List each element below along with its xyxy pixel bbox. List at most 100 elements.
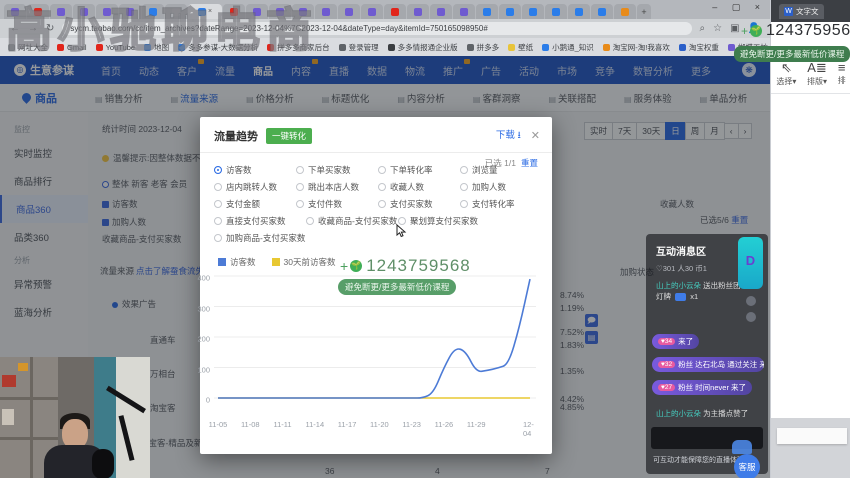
- bookmark-star-icon[interactable]: ☆: [713, 23, 722, 34]
- metric-radio-支付件数[interactable]: 支付件数: [296, 198, 378, 210]
- selected-info: 已选 1/1重置: [485, 157, 538, 169]
- contact-id-overlay-top: + 🌱 1243759568: [741, 22, 850, 40]
- customer-service-button[interactable]: 客服: [734, 454, 760, 478]
- radio-icon: [460, 183, 468, 191]
- bookmark-item[interactable]: 淘宝权重: [679, 42, 719, 53]
- metric-radio-支付金额[interactable]: 支付金额: [214, 198, 296, 210]
- interaction-message-panel: 互动消息区 ♡301 人30 币1 山上的小云朵 送出粉丝团灯牌 x1 D ♥3…: [646, 234, 768, 474]
- contact-id-overlay: + 🌱 1243759568: [340, 256, 471, 276]
- metric-radio-跳出本店人数[interactable]: 跳出本店人数: [296, 181, 378, 193]
- panel-icon[interactable]: [746, 296, 756, 306]
- browser-tab[interactable]: [453, 4, 475, 19]
- bookmark-favicon: [603, 44, 610, 51]
- radio-icon: [296, 183, 304, 191]
- entry-pill: ♥32粉丝 达石北岛 通过关注 来了: [652, 357, 764, 372]
- word-window: W 文字文 ⇖选择▾ A≣排版▾ ≡排: [770, 0, 850, 478]
- radio-icon: [378, 166, 386, 174]
- bookmark-favicon: [679, 44, 686, 51]
- chat-bubble-icon[interactable]: [732, 440, 752, 454]
- panel-icon[interactable]: [746, 312, 756, 322]
- metric-radio-支付转化率[interactable]: 支付转化率: [460, 198, 542, 210]
- close-icon[interactable]: ✕: [531, 129, 540, 142]
- browser-tab[interactable]: [407, 4, 429, 19]
- stream-watermark: 高小驰聊电商: [6, 0, 318, 60]
- browser-tab[interactable]: [568, 4, 590, 19]
- tab-favicon: [575, 8, 583, 16]
- browser-tab[interactable]: [522, 4, 544, 19]
- browser-tab[interactable]: [430, 4, 452, 19]
- metric-radio-聚划算支付买家数[interactable]: 聚划算支付买家数: [398, 215, 490, 227]
- browser-tab[interactable]: [614, 4, 636, 19]
- extensions-icon[interactable]: ▣: [730, 23, 739, 34]
- tab-favicon: [460, 8, 468, 16]
- legend-swatch-icon: [218, 258, 226, 266]
- word-tool-选择▾[interactable]: ⇖选择▾: [776, 60, 796, 87]
- word-tab[interactable]: W 文字文: [779, 4, 824, 19]
- metric-radio-支付买家数[interactable]: 支付买家数: [378, 198, 460, 210]
- word-icon: W: [784, 7, 793, 16]
- radio-icon: [296, 200, 304, 208]
- metric-radio-下单转化率[interactable]: 下单转化率: [378, 164, 460, 176]
- metric-radio-收藏人数[interactable]: 收藏人数: [378, 181, 460, 193]
- radio-icon: [214, 166, 222, 174]
- level-badge: ♥32: [658, 361, 675, 368]
- tab-favicon: [621, 8, 629, 16]
- y-axis-label: 400: [197, 274, 210, 283]
- level-badge: ♥27: [658, 384, 675, 391]
- modal-reset-link[interactable]: 重置: [521, 158, 538, 168]
- browser-tab[interactable]: [361, 4, 383, 19]
- metric-radio-直接支付买家数[interactable]: 直接支付买家数: [214, 215, 306, 227]
- metric-radio-加购商品-支付买家数[interactable]: 加购商品-支付买家数: [214, 232, 306, 244]
- new-tab-button[interactable]: +: [637, 4, 651, 19]
- metric-radio-下单买家数[interactable]: 下单买家数: [296, 164, 378, 176]
- browser-tab[interactable]: [315, 4, 337, 19]
- browser-tab[interactable]: [499, 4, 521, 19]
- browser-tab[interactable]: [338, 4, 360, 19]
- tab-favicon: [322, 8, 330, 16]
- entry-pill: ♥34来了: [652, 334, 699, 349]
- one-key-convert-badge[interactable]: 一键转化: [266, 128, 312, 144]
- webcam-overlay: [0, 357, 150, 478]
- microphone: [92, 449, 114, 478]
- metric-radio-收藏商品-支付买家数[interactable]: 收藏商品-支付买家数: [306, 215, 398, 227]
- bookmark-favicon: [508, 44, 515, 51]
- window-controls[interactable]: – ▢ ×: [712, 2, 766, 13]
- search-icon[interactable]: ⌕: [700, 23, 706, 34]
- metric-radio-加购人数[interactable]: 加购人数: [460, 181, 542, 193]
- screen: ×+ – ▢ × ← → ↻ sycm.taobao.com/cc/item_a…: [0, 0, 850, 478]
- radio-icon: [214, 217, 222, 225]
- browser-tab[interactable]: [384, 4, 406, 19]
- word-tool-排[interactable]: ≡排: [838, 60, 846, 87]
- x-axis-label: 11-05: [209, 420, 228, 429]
- legend-item: 30天前访客数: [272, 256, 336, 268]
- tab-favicon: [529, 8, 537, 16]
- tab-favicon: [414, 8, 422, 16]
- entry-pill: ♥27粉丝 时间never 来了: [652, 380, 752, 395]
- tool-icon: ≡: [838, 60, 846, 75]
- x-axis-label: 11-29: [467, 420, 486, 429]
- browser-tab[interactable]: [476, 4, 498, 19]
- bookmark-favicon: [339, 44, 346, 51]
- radio-icon: [214, 183, 222, 191]
- x-axis-label: 11-11: [274, 420, 292, 429]
- stream-banner[interactable]: D: [738, 237, 763, 289]
- bookmark-item[interactable]: 壁纸: [508, 42, 533, 53]
- y-axis-label: 200: [197, 335, 210, 344]
- metric-radio-访客数[interactable]: 访客数: [214, 164, 296, 176]
- level-badge: ♥34: [658, 338, 675, 345]
- browser-tab[interactable]: [591, 4, 613, 19]
- radio-icon: [378, 183, 386, 191]
- radio-icon: [306, 217, 314, 225]
- x-axis-label: 11-14: [305, 420, 324, 429]
- bookmark-item[interactable]: 登录管理: [339, 42, 379, 53]
- bookmark-item[interactable]: 小鹅通_知识: [542, 42, 594, 53]
- download-link[interactable]: 下载 ⭳: [496, 127, 521, 144]
- x-axis-labels: 11-0511-0811-1111-1411-1711-2011-2311-26…: [214, 420, 544, 432]
- tab-favicon: [552, 8, 560, 16]
- browser-tab[interactable]: [545, 4, 567, 19]
- metric-radio-店内跳转人数[interactable]: 店内跳转人数: [214, 181, 296, 193]
- word-tool-排版▾[interactable]: A≣排版▾: [807, 60, 827, 87]
- bookmark-item[interactable]: 拼多多: [467, 42, 500, 53]
- bookmark-item[interactable]: 淘宝网-淘!我喜欢: [603, 42, 670, 53]
- bookmark-item[interactable]: 多多情报通企业版: [388, 42, 458, 53]
